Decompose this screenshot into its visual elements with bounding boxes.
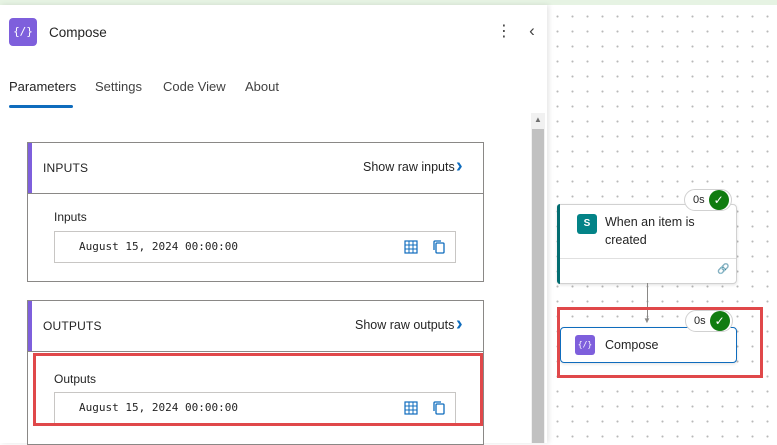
compose-node-title: Compose (605, 338, 659, 352)
collapse-panel-icon[interactable]: ‹ (523, 21, 541, 43)
tab-about[interactable]: About (245, 79, 279, 94)
compose-status-badge: 0s ✓ (685, 310, 733, 332)
chevron-right-icon[interactable]: › (456, 155, 463, 177)
copy-icon[interactable] (431, 400, 447, 416)
check-icon: ✓ (708, 190, 729, 210)
panel-scrollbar[interactable]: ▲ (531, 113, 545, 443)
compose-node[interactable]: {/} Compose (560, 327, 737, 363)
outputs-heading: OUTPUTS (43, 319, 102, 333)
show-raw-inputs-link[interactable]: Show raw inputs (363, 160, 455, 174)
trigger-node-title: When an item is created (605, 215, 695, 247)
node-accent-bar (557, 204, 560, 284)
trigger-duration: 0s (693, 194, 705, 206)
outputs-field-label: Outputs (54, 372, 97, 386)
link-icon: 🔗 (717, 264, 730, 275)
tab-code-view[interactable]: Code View (163, 79, 226, 94)
chevron-right-icon[interactable]: › (456, 313, 463, 335)
connector-arrow-icon: ▼ (643, 316, 651, 325)
details-panel: {/} Compose ⋮ ‹ Parameters Settings Code… (0, 5, 547, 445)
more-options-icon[interactable]: ⋮ (496, 21, 512, 43)
inputs-card: INPUTS Show raw inputs › Inputs August 1… (27, 142, 484, 282)
compose-operation-icon: {/} (9, 18, 37, 46)
inputs-value-box[interactable]: August 15, 2024 00:00:00 (54, 231, 456, 263)
trigger-node[interactable]: S When an item is created 🔗 (557, 204, 737, 284)
flow-connector (647, 283, 648, 319)
inputs-heading: INPUTS (43, 161, 89, 175)
card-accent-bar (28, 301, 32, 351)
sharepoint-icon: S (577, 214, 597, 234)
tab-parameters[interactable]: Parameters (9, 79, 76, 94)
show-raw-outputs-link[interactable]: Show raw outputs (355, 318, 454, 332)
copy-icon[interactable] (431, 239, 447, 255)
compose-node-icon: {/} (575, 335, 595, 355)
check-icon: ✓ (709, 311, 730, 331)
compose-duration: 0s (694, 315, 706, 327)
outputs-card-header[interactable]: OUTPUTS Show raw outputs › (28, 301, 483, 352)
outputs-card: OUTPUTS Show raw outputs › Outputs Augus… (27, 300, 484, 445)
inputs-value: August 15, 2024 00:00:00 (79, 240, 238, 253)
scroll-up-arrow-icon[interactable]: ▲ (531, 113, 545, 127)
scrollbar-thumb[interactable] (532, 129, 544, 443)
active-tab-indicator (9, 105, 73, 108)
node-divider (560, 258, 736, 259)
outputs-value: August 15, 2024 00:00:00 (79, 401, 238, 414)
grid-icon[interactable] (403, 400, 419, 416)
flow-canvas[interactable]: S When an item is created 🔗 0s ✓ ▼ {/} C… (547, 5, 777, 443)
inputs-card-header[interactable]: INPUTS Show raw inputs › (28, 143, 483, 194)
panel-title: Compose (49, 25, 107, 40)
grid-icon[interactable] (403, 239, 419, 255)
inputs-field-label: Inputs (54, 210, 87, 224)
tab-settings[interactable]: Settings (95, 79, 142, 94)
card-accent-bar (28, 143, 32, 193)
trigger-status-badge: 0s ✓ (684, 189, 732, 211)
panel-header: {/} Compose ⋮ ‹ (0, 5, 547, 60)
outputs-value-box[interactable]: August 15, 2024 00:00:00 (54, 392, 456, 424)
